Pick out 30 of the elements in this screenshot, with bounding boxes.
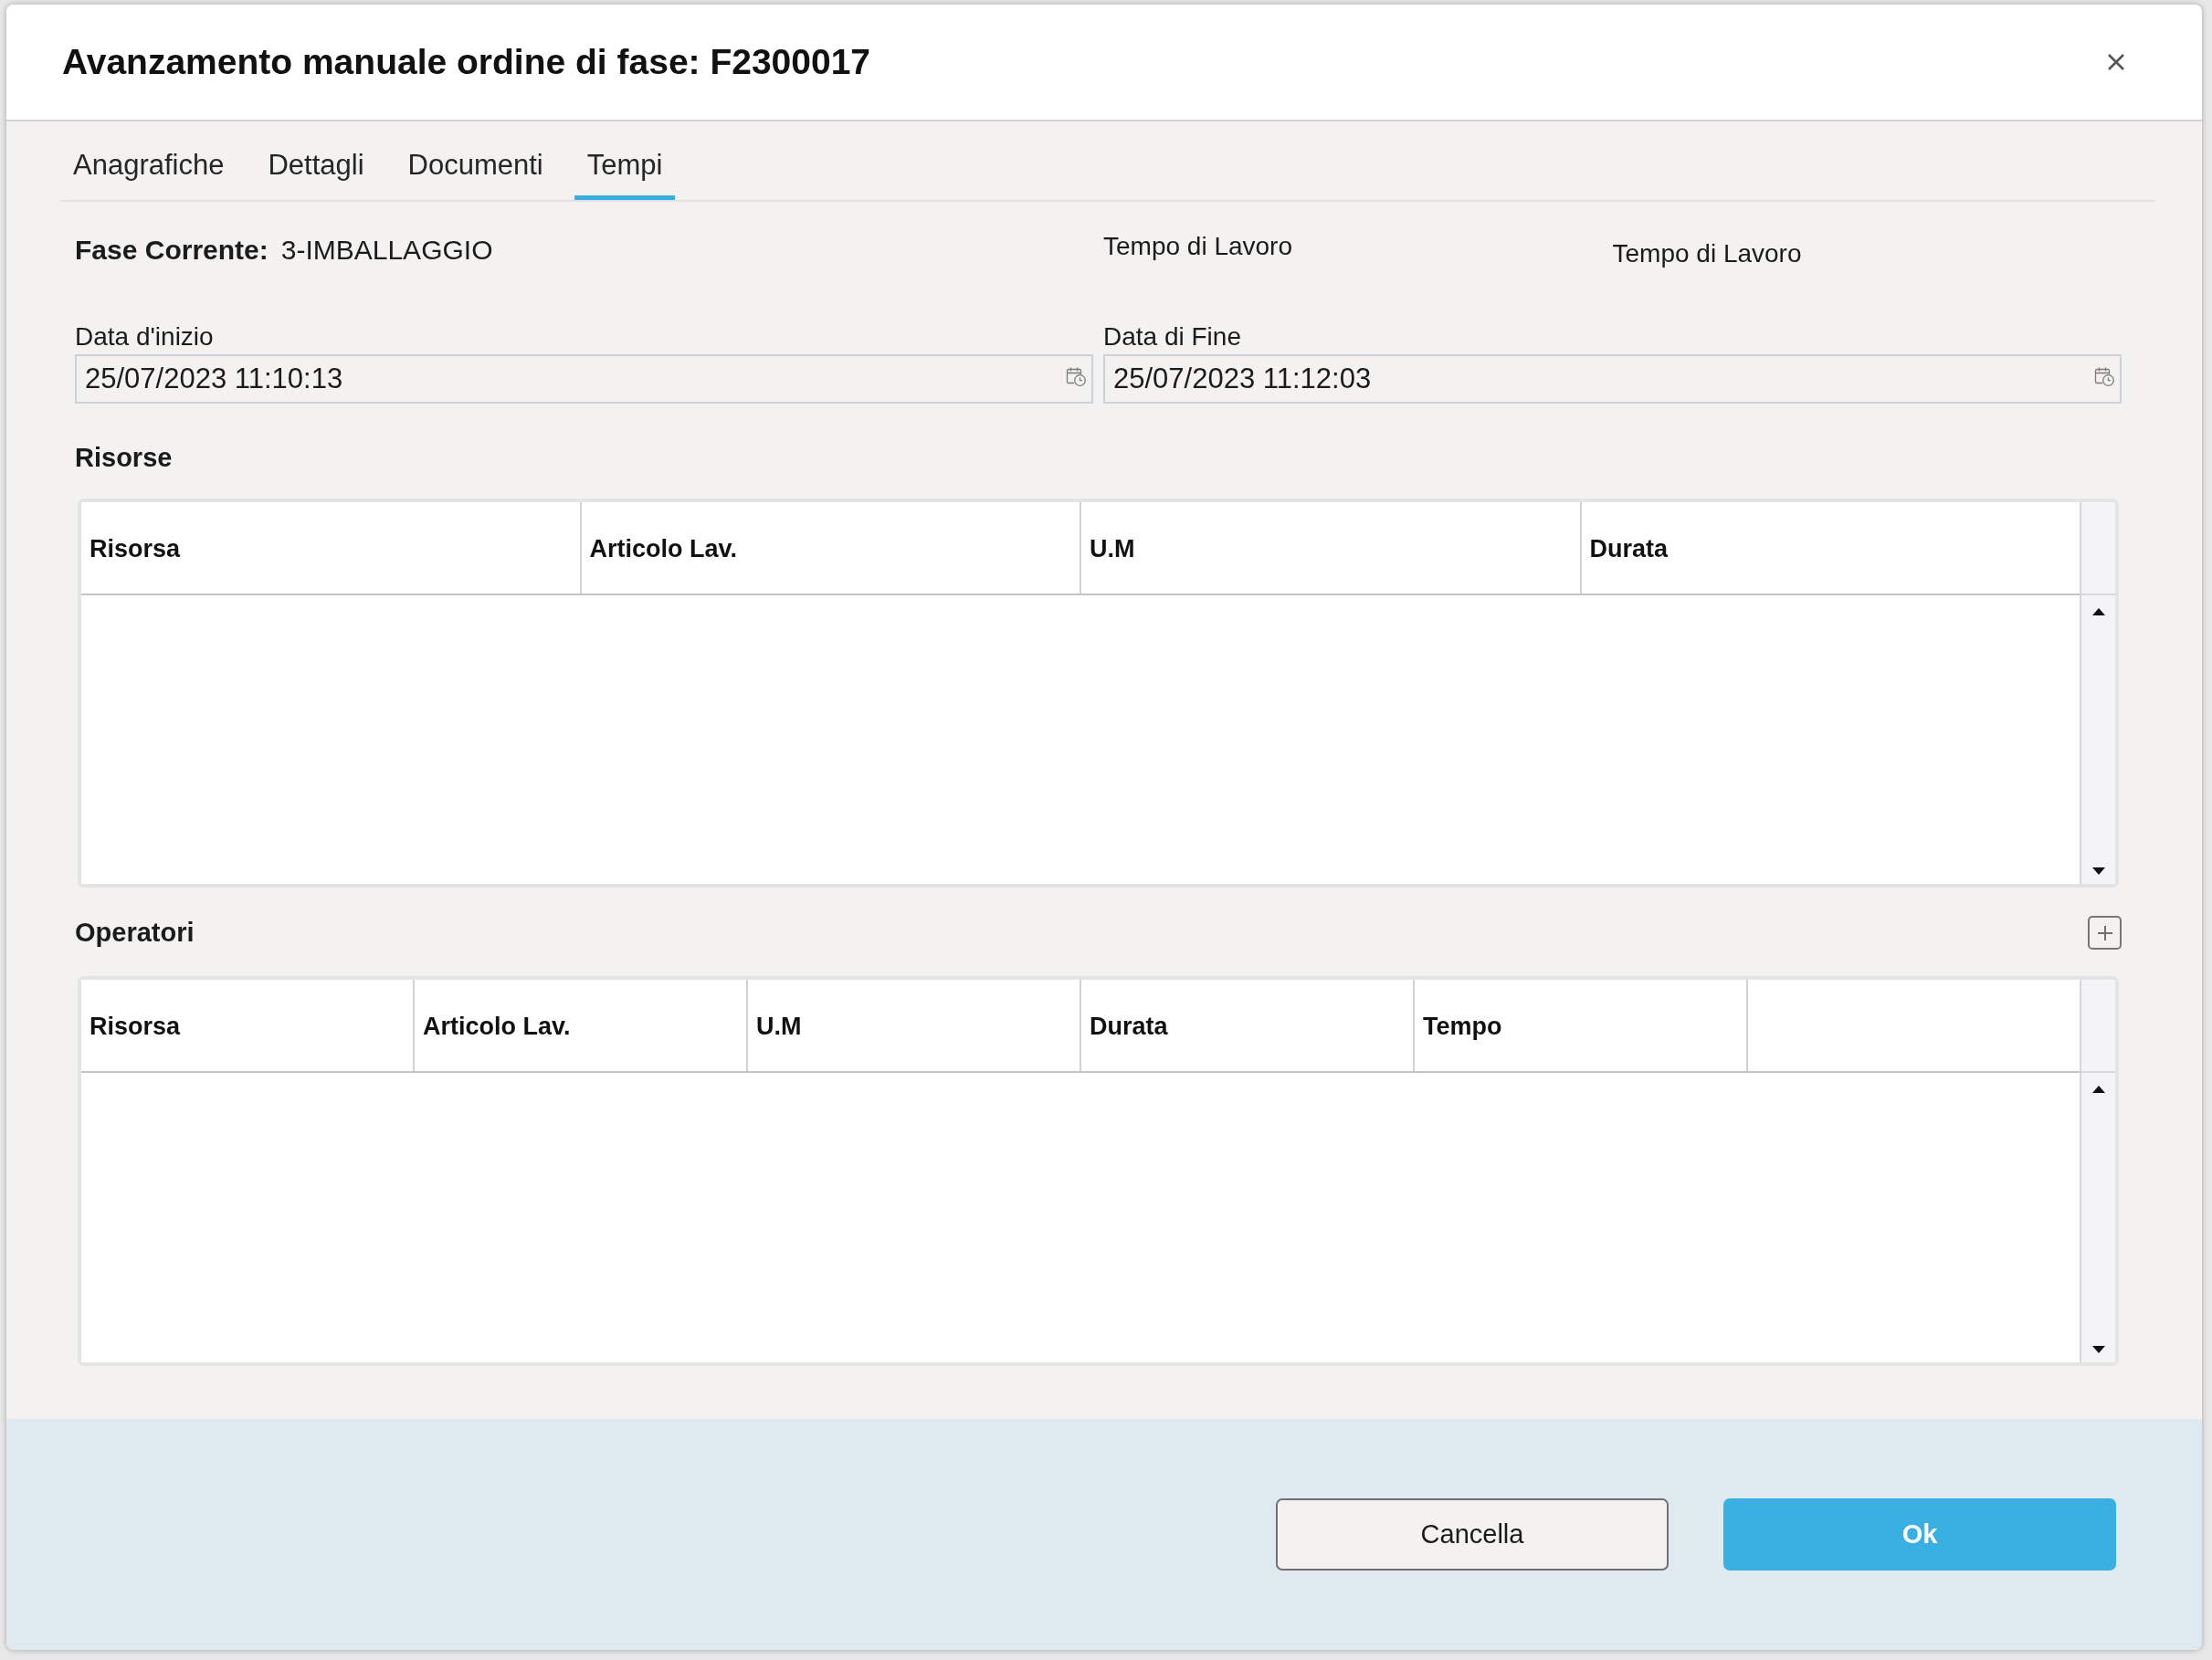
close-icon <box>2107 53 2125 71</box>
scrollbar[interactable] <box>2080 502 2115 884</box>
plus-icon <box>2096 924 2113 941</box>
tab[interactable]: Dettagli <box>255 121 377 200</box>
scroll-up-icon[interactable] <box>2091 1086 2105 1093</box>
scroll-up-icon[interactable] <box>2091 608 2105 615</box>
calendar-clock-icon[interactable] <box>1065 365 1087 387</box>
add-button[interactable] <box>2088 916 2122 950</box>
column-header[interactable]: Risorsa <box>81 980 415 1071</box>
dialog-title: Avanzamento manuale ordine di fase: F2300017 <box>62 42 871 82</box>
field-label: Data di Fine <box>1103 325 1241 349</box>
field-label: Tempo di Lavoro <box>1612 240 1802 268</box>
scroll-down-icon[interactable] <box>2091 867 2105 875</box>
column-header[interactable]: Risorsa <box>81 502 582 594</box>
tab[interactable]: Anagrafiche <box>60 121 237 200</box>
field-label: Tempo di Lavoro <box>1103 233 1292 260</box>
section-title: Operatori <box>75 918 195 948</box>
date-field[interactable]: 25/07/2023 11:10:13 <box>75 354 1093 404</box>
scroll-down-icon[interactable] <box>2091 1346 2105 1353</box>
date-field[interactable]: 25/07/2023 11:12:03 <box>1103 354 2122 404</box>
tab[interactable]: Documenti <box>395 121 556 200</box>
scrollbar[interactable] <box>2080 980 2115 1362</box>
close-button[interactable] <box>2107 53 2125 71</box>
calendar-clock-icon[interactable] <box>2093 365 2115 387</box>
tab[interactable]: Tempi <box>574 121 676 200</box>
cancel-button[interactable]: Cancella <box>1276 1498 1669 1571</box>
section-title: Risorse <box>75 443 173 473</box>
field-label: Fase Corrente: <box>75 235 269 266</box>
field-label: Data d'inizio <box>75 325 214 349</box>
field-value: 3-IMBALLAGGIO <box>280 235 493 266</box>
